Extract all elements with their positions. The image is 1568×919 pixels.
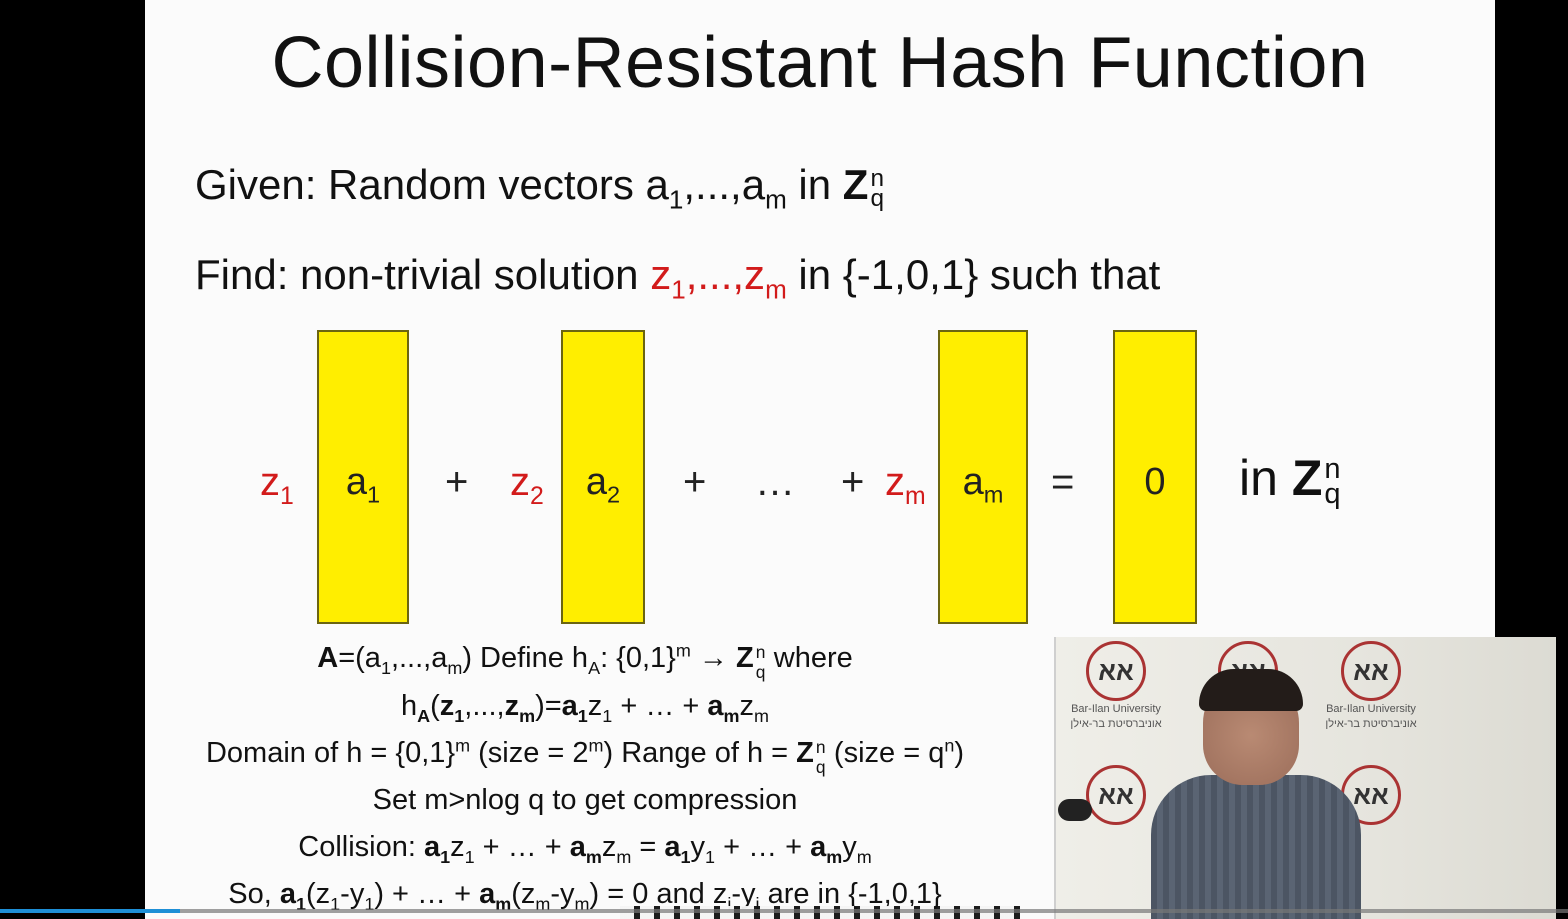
- given-sub-m: m: [765, 184, 787, 215]
- find-statement: Find: non-trivial solution z1,...,zm in …: [195, 250, 1161, 302]
- slide-title: Collision-Resistant Hash Function: [271, 23, 1369, 103]
- ellipsis: …: [755, 460, 795, 504]
- zero-vector: 0: [1113, 330, 1197, 624]
- microphone-icon: [1058, 799, 1092, 821]
- plus-3: +: [841, 460, 865, 504]
- vector-a1: a1: [317, 330, 409, 624]
- given-z: Z: [842, 161, 869, 208]
- logo-mark: אא: [1086, 641, 1146, 701]
- line-h-formula: hA(z1,...,zm)=a1z1 + … + amzm: [400, 690, 769, 726]
- in-zq-label: in Znq: [1239, 450, 1341, 510]
- vector-a2-label: a2: [585, 461, 621, 508]
- find-dots: ,...,z: [685, 251, 766, 298]
- given-zq: Znq: [842, 160, 891, 212]
- find-prefix: Find: non-trivial solution: [195, 251, 651, 298]
- vector-a1-label: a1: [345, 461, 381, 508]
- plus-2: +: [683, 460, 707, 504]
- find-sub-m: m: [765, 274, 787, 305]
- speaker-shirt: [1151, 775, 1361, 919]
- speaker-hair: [1199, 669, 1303, 711]
- given-statement: Given: Random vectors a1,...,am in Znq: [195, 160, 891, 212]
- given-prefix: Given: Random vectors a: [195, 161, 669, 208]
- video-viewport[interactable]: Collision-Resistant Hash Function Given:…: [0, 0, 1568, 919]
- coef-z1: z1: [260, 460, 294, 510]
- video-progress-fill: [0, 909, 181, 913]
- equals-sign: =: [1051, 460, 1075, 504]
- given-suffix: in: [786, 161, 843, 208]
- line-collision: Collision: a1z1 + … + amzm = a1y1 + … + …: [298, 831, 872, 867]
- video-progress-bar[interactable]: [0, 909, 1568, 913]
- zero-vector-label: 0: [1144, 461, 1166, 503]
- speaker: [1151, 669, 1361, 919]
- line-compression: Set m>nlog q to get compression: [372, 784, 798, 816]
- vector-am-label: am: [962, 461, 1004, 508]
- coef-zm: zm: [885, 460, 926, 510]
- plus-1: +: [445, 460, 469, 504]
- find-z1: z: [650, 251, 672, 298]
- given-mid: ,...,a: [683, 161, 766, 208]
- vector-am: am: [938, 330, 1028, 624]
- given-sub-q: q: [870, 185, 884, 213]
- find-sub-1: 1: [671, 274, 686, 305]
- given-sub-1: 1: [668, 184, 684, 215]
- coef-z2: z2: [510, 460, 544, 510]
- line-domain-range: Domain of h = {0,1}m (size = 2m) Range o…: [205, 735, 964, 777]
- speaker-video[interactable]: אא Bar-Ilan University אוניברסיטת בר-איל…: [1054, 637, 1556, 919]
- line-define-h: A=(a1,...,am) Define hA: {0,1}m → Znq wh…: [317, 640, 853, 682]
- find-suffix: in {-1,0,1} such that: [786, 251, 1161, 298]
- vector-a2: a2: [561, 330, 645, 624]
- logo-mark: אא: [1086, 765, 1146, 825]
